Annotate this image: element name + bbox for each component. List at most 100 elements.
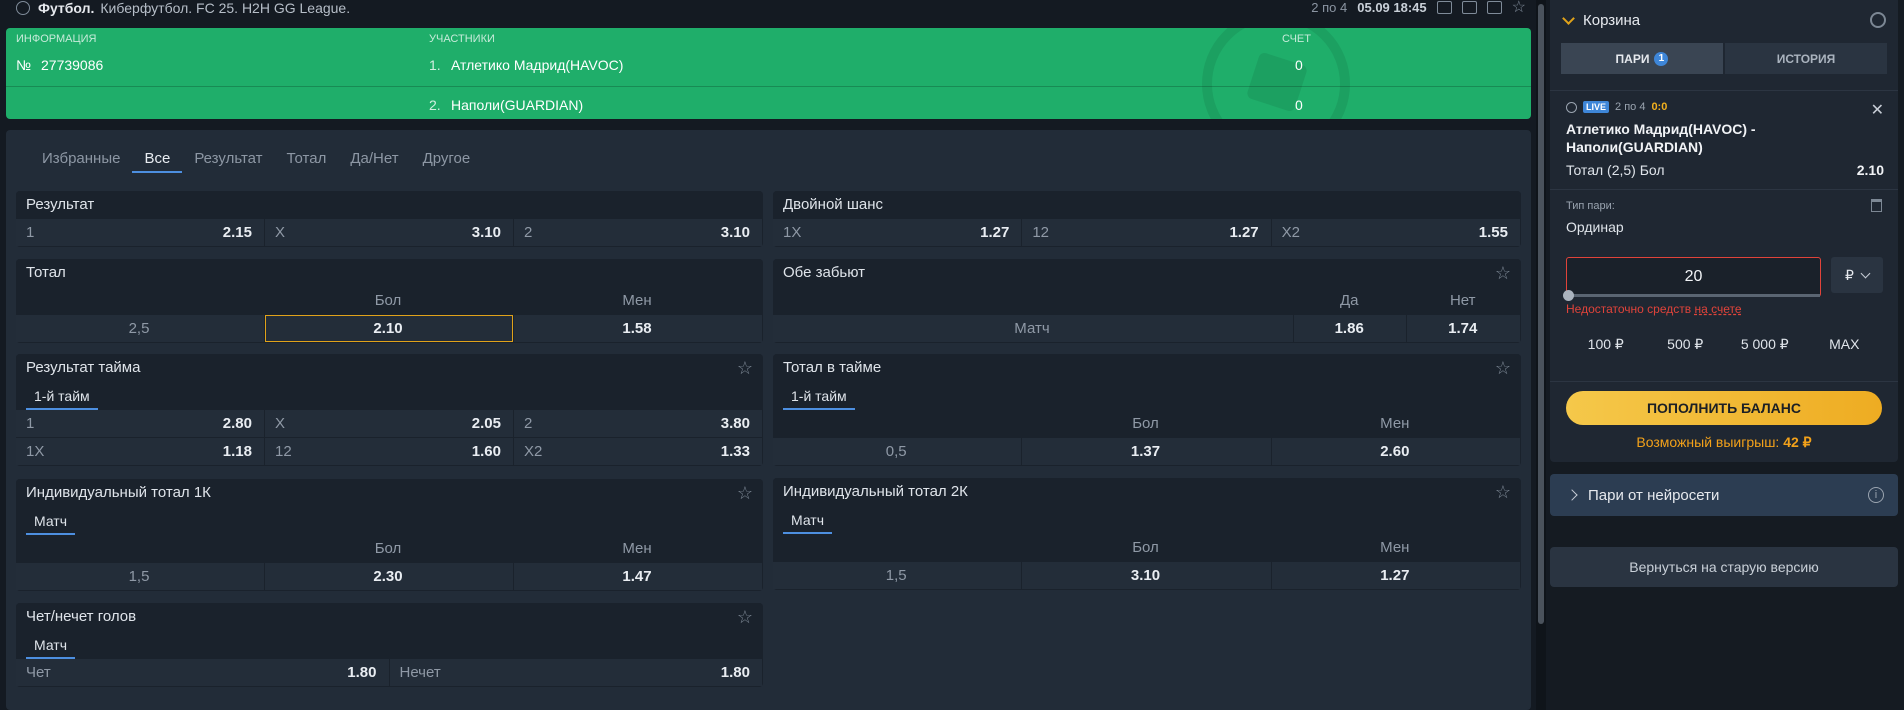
odd-cell[interactable]: 1X 1.27 xyxy=(773,219,1022,246)
scoreboard: ИНФОРМАЦИЯ УЧАСТНИКИ СЧЕТ № 27739086 1. … xyxy=(6,28,1531,119)
market-both-score: Обе забьют ☆ Да Нет Матч 1.86 1.74 xyxy=(773,259,1521,343)
favorite-star-icon[interactable]: ☆ xyxy=(737,484,753,502)
bet-slip-tabs: ПАРИ 1 ИСТОРИЯ xyxy=(1561,43,1887,74)
error-link[interactable]: на счете xyxy=(1694,302,1741,316)
gear-icon[interactable] xyxy=(1870,12,1886,28)
bet-slip-title: Корзина xyxy=(1583,12,1641,29)
bet-pick: Тотал (2,5) Бол xyxy=(1566,162,1665,178)
trash-icon[interactable] xyxy=(1871,199,1882,212)
event-header: Футбол. Киберфутбол. FC 25. H2H GG Leagu… xyxy=(0,0,1532,16)
odd-under[interactable]: 1.47 xyxy=(514,563,762,590)
team1-score: 0 xyxy=(1295,57,1303,73)
currency-select[interactable]: ₽ xyxy=(1831,257,1883,293)
bet-meta: LIVE 2 по 4 0:0 xyxy=(1566,101,1667,113)
odd-cell[interactable]: 1 2.80 xyxy=(16,410,264,437)
subtab-match[interactable]: Матч xyxy=(26,511,76,535)
col-over: Бол xyxy=(374,540,402,557)
slider-knob[interactable] xyxy=(1563,290,1574,301)
tab-bets[interactable]: ПАРИ 1 xyxy=(1561,43,1723,74)
ai-bets-section[interactable]: Пари от нейросети i xyxy=(1550,474,1898,516)
football-icon xyxy=(16,1,30,15)
globe-icon xyxy=(1566,101,1577,113)
market-half-result: Результат тайма ☆ 1-й тайм 1 2.80 X 2.05 2… xyxy=(16,354,763,466)
odd-cell[interactable]: X2 1.33 xyxy=(514,438,762,465)
chart-icon[interactable] xyxy=(1486,1,1502,14)
team1-number: 1. xyxy=(429,57,441,73)
tv-icon[interactable] xyxy=(1461,1,1477,14)
team2-name: Наполи(GUARDIAN) xyxy=(451,97,584,113)
market-title: Индивидуальный тотал 1К xyxy=(16,479,763,507)
odd-over[interactable]: 1.37 xyxy=(1022,438,1271,465)
col-over: Бол xyxy=(1132,415,1159,432)
odd-cell[interactable]: X2 1.55 xyxy=(1271,219,1520,246)
odd-no[interactable]: 1.74 xyxy=(1407,315,1520,342)
stake-slider[interactable] xyxy=(1563,290,1820,301)
odd-cell[interactable]: 2 3.80 xyxy=(514,410,762,437)
quick-stake-500[interactable]: 500 ₽ xyxy=(1646,332,1726,356)
odd-under[interactable]: 1.27 xyxy=(1271,562,1520,589)
favorite-star-icon[interactable]: ☆ xyxy=(1495,359,1511,377)
tab-history[interactable]: ИСТОРИЯ xyxy=(1725,43,1887,74)
divider xyxy=(1550,189,1898,190)
top-up-button[interactable]: ПОПОЛНИТЬ БАЛАНС xyxy=(1566,391,1882,425)
tab-favorites[interactable]: Избранные xyxy=(30,147,132,173)
odd-over[interactable]: 2.30 xyxy=(265,563,513,590)
odd-cell[interactable]: 12 1.60 xyxy=(265,438,513,465)
statistics-icon[interactable] xyxy=(1436,1,1452,14)
odd-under[interactable]: 1.58 xyxy=(514,315,762,342)
soccer-ball-watermark xyxy=(1202,28,1350,119)
favorite-star-icon[interactable]: ☆ xyxy=(737,608,753,626)
page-scrollbar[interactable] xyxy=(1536,0,1546,710)
market-title: Результат тайма xyxy=(16,354,763,382)
subtab-first-half[interactable]: 1-й тайм xyxy=(783,386,855,410)
col-under: Мен xyxy=(622,292,652,309)
tab-total[interactable]: Тотал xyxy=(275,147,339,173)
market-title: Индивидуальный тотал 2К xyxy=(773,478,1521,506)
odd-cell[interactable]: 2 3.10 xyxy=(514,219,762,246)
odd-cell[interactable]: Нечет 1.80 xyxy=(389,659,762,686)
tab-yes-no[interactable]: Да/Нет xyxy=(338,147,410,173)
subtab-match[interactable]: Матч xyxy=(783,510,833,534)
odd-over-selected[interactable]: 2.10 xyxy=(265,315,513,342)
odd-cell[interactable]: 1X 1.18 xyxy=(16,438,264,465)
team2-number: 2. xyxy=(429,97,441,113)
odd-under[interactable]: 2.60 xyxy=(1271,438,1520,465)
quick-stake-100[interactable]: 100 ₽ xyxy=(1566,332,1646,356)
subtab-match[interactable]: Матч xyxy=(26,635,76,659)
bets-count-badge: 1 xyxy=(1654,51,1669,66)
tab-result[interactable]: Результат xyxy=(182,147,274,173)
scrollbar-thumb[interactable] xyxy=(1538,4,1544,624)
old-version-button[interactable]: Вернуться на старую версию xyxy=(1550,547,1898,587)
odd-cell[interactable]: Чет 1.80 xyxy=(16,659,389,686)
odd-cell[interactable]: X 3.10 xyxy=(265,219,513,246)
possible-winnings: Возможный выигрыш: 42 ₽ xyxy=(1636,434,1812,450)
odd-cell[interactable]: X 2.05 xyxy=(265,410,513,437)
stake-input[interactable]: 20 xyxy=(1566,257,1821,297)
bet-score: 0:0 xyxy=(1651,101,1668,113)
col-over: Бол xyxy=(374,292,402,309)
favorite-star-icon[interactable]: ☆ xyxy=(1495,264,1511,282)
total-line: 1,5 xyxy=(773,562,1022,589)
info-icon[interactable]: i xyxy=(1868,487,1884,503)
col-under: Мен xyxy=(1380,415,1410,432)
favorite-star-icon[interactable]: ☆ xyxy=(1512,0,1526,15)
subtab-first-half[interactable]: 1-й тайм xyxy=(26,386,98,410)
quick-stake-5000[interactable]: 5 000 ₽ xyxy=(1725,332,1805,356)
close-icon[interactable]: ✕ xyxy=(1871,100,1884,120)
odd-yes[interactable]: 1.86 xyxy=(1293,315,1407,342)
bet-period: 2 по 4 xyxy=(1615,101,1646,113)
odd-over[interactable]: 3.10 xyxy=(1022,562,1271,589)
bet-slip-header[interactable]: Корзина xyxy=(1562,12,1641,29)
markets-area: Избранные Все Результат Тотал Да/Нет Дру… xyxy=(6,130,1531,710)
team2-score: 0 xyxy=(1295,97,1303,113)
tab-all[interactable]: Все xyxy=(132,147,183,173)
sport-name: Футбол. xyxy=(38,0,95,16)
favorite-star-icon[interactable]: ☆ xyxy=(1495,483,1511,501)
market-half-total: Тотал в тайме ☆ 1-й тайм Бол Мен 0,5 1.3… xyxy=(773,354,1521,466)
favorite-star-icon[interactable]: ☆ xyxy=(737,359,753,377)
tab-other[interactable]: Другое xyxy=(411,147,483,173)
quick-stake-max[interactable]: MAX xyxy=(1805,332,1885,356)
odd-cell[interactable]: 12 1.27 xyxy=(1022,219,1271,246)
col-no: Нет xyxy=(1449,292,1476,309)
odd-cell[interactable]: 1 2.15 xyxy=(16,219,264,246)
